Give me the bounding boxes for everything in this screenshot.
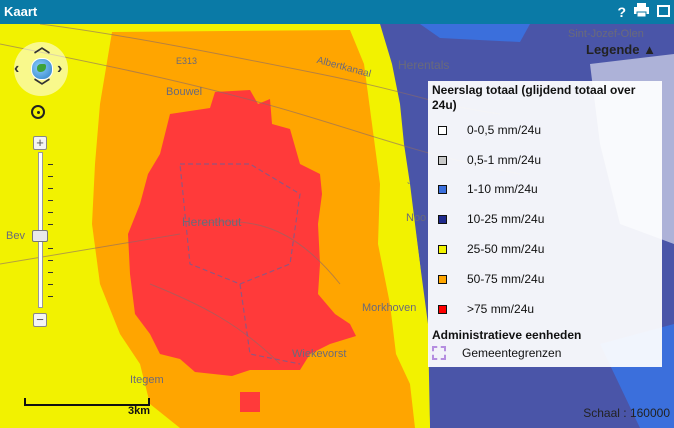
window-titlebar: Kaart ? — [0, 0, 674, 24]
pan-down-icon[interactable]: ﹀ — [34, 80, 50, 96]
legend-item-label: 0,5-1 mm/24u — [467, 153, 542, 167]
legend-admin-title: Administratieve eenheden — [432, 328, 582, 342]
zoom-slider-thumb[interactable] — [32, 230, 48, 242]
legend-item: 10-25 mm/24u — [438, 212, 544, 226]
place-herentals: Herentals — [398, 58, 450, 72]
legend-panel: Neerslag totaal (glijdend totaal over 24… — [428, 81, 662, 367]
legend-swatch — [438, 304, 447, 314]
place-bouwel: Bouwel — [166, 86, 203, 98]
printer-icon[interactable] — [634, 3, 649, 20]
place-wiekevorst: Wiekevorst — [292, 348, 347, 360]
globe-icon[interactable] — [31, 58, 53, 80]
locate-icon[interactable] — [31, 105, 45, 119]
place-noo: Noo — [406, 212, 427, 224]
legend-item: 50-75 mm/24u — [438, 272, 544, 286]
zoom-out-button[interactable]: − — [33, 313, 47, 327]
zoom-tick — [48, 164, 53, 165]
pan-up-icon[interactable]: ︿ — [34, 40, 50, 56]
legend-toggle[interactable]: Legende ▲ — [586, 42, 656, 57]
legend-swatch — [438, 274, 447, 284]
place-itegem: Itegem — [130, 374, 164, 386]
legend-item-label: 0-0,5 mm/24u — [467, 123, 542, 137]
help-icon[interactable]: ? — [617, 4, 626, 20]
legend-item: 1-10 mm/24u — [438, 182, 538, 196]
window-title: Kaart — [4, 4, 38, 19]
pan-control: ︿ ‹ › ﹀ — [14, 40, 68, 96]
legend-swatch — [438, 184, 447, 194]
pan-right-icon[interactable]: › — [57, 61, 62, 77]
legend-swatch — [438, 155, 447, 165]
legend-item: 0,5-1 mm/24u — [438, 153, 541, 167]
legend-item: 0-0,5 mm/24u — [438, 123, 541, 137]
legend-item-label: 10-25 mm/24u — [467, 212, 545, 226]
toolbar: ? — [617, 3, 670, 20]
place-bev: Bev — [6, 230, 25, 242]
road-e313: E313 — [176, 56, 198, 66]
maximize-icon[interactable] — [657, 4, 670, 20]
zoom-tick — [48, 248, 53, 249]
zoom-tick — [48, 200, 53, 201]
zoom-tick — [48, 212, 53, 213]
legend-item: 25-50 mm/24u — [438, 242, 544, 256]
zoom-tick — [48, 296, 53, 297]
legend-admin-item: Gemeentegrenzen — [432, 346, 561, 360]
legend-item-label: >75 mm/24u — [467, 302, 535, 316]
zoom-tick — [48, 284, 53, 285]
place-sint-jozef-olen: Sint-Jozef-Olen — [568, 28, 644, 40]
pan-left-icon[interactable]: ‹ — [14, 61, 19, 77]
legend-swatch — [438, 244, 447, 254]
zoom-tick — [48, 260, 53, 261]
legend-item-label: 25-50 mm/24u — [467, 242, 545, 256]
legend-item: >75 mm/24u — [438, 302, 534, 316]
legend-item-label: 1-10 mm/24u — [467, 182, 538, 196]
place-morkhoven: Morkhoven — [362, 302, 417, 314]
scale-text: Schaal : 160000 — [583, 406, 670, 420]
zoom-tick — [48, 176, 53, 177]
legend-item-label: 50-75 mm/24u — [467, 272, 545, 286]
zoom-tick — [48, 188, 53, 189]
legend-admin-label: Gemeentegrenzen — [462, 346, 562, 360]
zoom-tick — [48, 272, 53, 273]
zoom-tick — [48, 224, 53, 225]
legend-layer-title: Neerslag totaal (glijdend totaal over 24… — [432, 83, 636, 112]
legend-swatch — [438, 125, 447, 135]
legend-swatch — [438, 214, 447, 224]
place-herenthout: Herenthout — [182, 215, 242, 229]
boundary-swatch — [432, 346, 446, 360]
scale-bar-label: 3km — [128, 405, 151, 417]
zoom-in-button[interactable]: + — [33, 136, 47, 150]
